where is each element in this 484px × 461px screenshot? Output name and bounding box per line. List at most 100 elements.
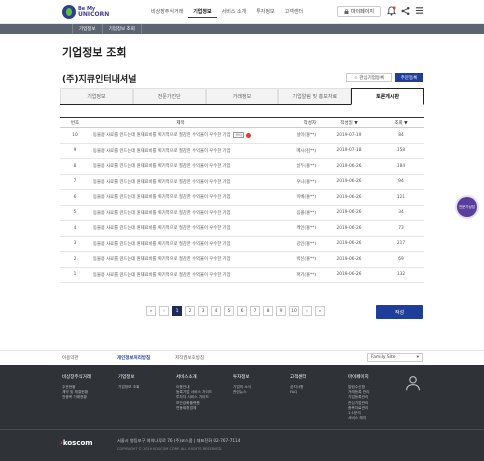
table-row[interactable]: 1 동물용 사료를 만드는데 원재료비를 획기적으로 절감한 수익율이 우수한 기… <box>60 268 424 283</box>
share-icon[interactable] <box>401 6 410 19</box>
row-no: 1 <box>60 268 90 283</box>
row-title[interactable]: 동물용 사료를 만드는데 원재료비를 획기적으로 절감한 수익율이 우수한 기업 <box>90 237 268 252</box>
company-tabs: 기업정보 전문가진단 거래정보 기업알림 및 홍보자료 토론게시판 <box>60 88 424 105</box>
copyright-policy-link[interactable]: 저작권보호방침 <box>175 355 204 361</box>
terms-link[interactable]: 이용약관 <box>62 355 79 361</box>
footer-column-title[interactable]: 마이페이지 <box>348 374 370 380</box>
row-writer-text: 음콜(홍**) <box>296 210 316 216</box>
table-row[interactable]: 7 동물용 사료를 만드는데 원재료비를 획기적으로 절감한 수익율이 우수한 기… <box>60 175 424 190</box>
row-views-text: 132 <box>396 272 406 278</box>
main-nav: 비상장주식거래 기업정보 서비스 소개 투자정보 고객센터 <box>146 8 308 18</box>
footer-column-title[interactable]: 서비스소개 <box>176 374 212 380</box>
page-5[interactable]: 5 <box>224 306 234 316</box>
nav-item-invest[interactable]: 투자정보 <box>251 8 279 18</box>
page-3[interactable]: 3 <box>198 306 208 316</box>
page-7[interactable]: 7 <box>250 306 260 316</box>
menu-icon[interactable] <box>415 6 424 18</box>
row-views: 94 <box>378 175 424 190</box>
footer-link[interactable]: 관련뉴스 <box>233 390 251 395</box>
row-no: 7 <box>60 175 90 190</box>
footer-column-title[interactable]: 기업정보 <box>118 374 140 380</box>
tab-company-info[interactable]: 기업정보 <box>60 88 133 104</box>
row-title[interactable]: 동물용 사료를 만드는데 원재료비를 획기적으로 절감한 수익율이 우수한 기업 <box>90 190 268 205</box>
prev-page-button[interactable]: ‹ <box>159 306 169 316</box>
table-row[interactable]: 2 동물용 사료를 만드는데 원재료비를 획기적으로 절감한 수익율이 우수한 기… <box>60 252 424 268</box>
row-writer-text: 이베(홍**) <box>296 195 316 201</box>
row-date: 2019-07-19 <box>320 128 378 143</box>
new-badge-icon <box>246 132 252 138</box>
row-title[interactable]: 동물용 사료를 만드는데 원재료비를 획기적으로 절감한 수익율이 우수한 기업 <box>90 144 268 159</box>
footer-link[interactable]: 연동제휴업체 <box>176 406 212 411</box>
tab-expert[interactable]: 전문가진단 <box>132 88 206 104</box>
last-page-button[interactable]: » <box>315 306 325 316</box>
row-views: 158 <box>378 144 424 159</box>
row-no: 9 <box>60 144 90 159</box>
next-page-button[interactable]: › <box>302 306 312 316</box>
table-row[interactable]: 9 동물용 사료를 만드는데 원재료비를 획기적으로 절감한 수익율이 우수한 기… <box>60 144 424 159</box>
row-date: 2019-06-26 <box>320 190 378 205</box>
privacy-link[interactable]: 개인정보처리방침 <box>117 355 150 361</box>
table-row[interactable]: 3 동물용 사료를 만드는데 원재료비를 획기적으로 절감한 수익율이 우수한 기… <box>60 237 424 252</box>
row-title[interactable]: 동물용 사료를 만드는데 원재료비를 획기적으로 절감한 수익율이 우수한 기업 <box>90 175 268 190</box>
breadcrumb-item-current[interactable]: 기업정보 조회 <box>103 24 142 34</box>
order-register-button[interactable]: 주문등록 <box>395 73 423 82</box>
table-row[interactable]: 8 동물용 사료를 만드는데 원재료비를 획기적으로 절감한 수익율이 우수한 기… <box>60 159 424 175</box>
page-6[interactable]: 6 <box>237 306 247 316</box>
footer-link[interactable]: 서비스 해지 <box>348 416 370 421</box>
row-title[interactable]: 동물용 사료를 만드는데 원재료비를 획기적으로 절감한 수익율이 우수한 기업… <box>90 128 268 143</box>
footer-link[interactable]: 투자자 서비스 가이드 <box>176 395 212 400</box>
bell-icon[interactable] <box>387 6 396 19</box>
page-9[interactable]: 9 <box>276 306 286 316</box>
page-8[interactable]: 8 <box>263 306 273 316</box>
first-page-button[interactable]: « <box>146 306 156 316</box>
row-date: 2019-06-26 <box>320 252 378 267</box>
row-date: 2019-06-26 <box>320 159 378 174</box>
row-title[interactable]: 동물용 사료를 만드는데 원재료비를 획기적으로 절감한 수익율이 우수한 기업 <box>90 159 268 174</box>
table-row[interactable]: 4 동물용 사료를 만드는데 원재료비를 획기적으로 절감한 수익율이 우수한 기… <box>60 221 424 237</box>
family-site-select[interactable]: Family Site ▾ <box>367 353 423 362</box>
footer-link[interactable]: 기업정보 조회 <box>118 385 140 390</box>
tab-discussion[interactable]: 토론게시판 <box>351 88 424 105</box>
row-date-text: 2019-06-26 <box>336 179 362 185</box>
col-views-sort[interactable]: 조회 ▼ <box>378 118 424 127</box>
col-writer: 작성자 <box>303 120 316 126</box>
row-date-text: 2019-07-19 <box>336 132 362 138</box>
home-icon[interactable] <box>60 24 73 34</box>
tab-trade-info[interactable]: 거래정보 <box>205 88 279 104</box>
nav-item-support[interactable]: 고객센터 <box>280 8 308 18</box>
mypage-button[interactable]: 마이페이지 <box>337 6 381 17</box>
page-1[interactable]: 1 <box>172 306 182 316</box>
footer-link[interactable]: FAQ <box>290 390 307 395</box>
footer-column-title[interactable]: 투자정보 <box>233 374 251 380</box>
nav-item-trade[interactable]: 비상장주식거래 <box>146 8 188 18</box>
breadcrumb-item[interactable]: 기업정보 <box>73 24 103 34</box>
logo[interactable]: Be My UNICORN <box>62 4 109 20</box>
add-watchlist-button[interactable]: ☆ 관심기업등록 <box>346 73 392 82</box>
table-row[interactable]: 6 동물용 사료를 만드는데 원재료비를 획기적으로 절감한 수익율이 우수한 기… <box>60 190 424 206</box>
row-title[interactable]: 동물용 사료를 만드는데 원재료비를 획기적으로 절감한 수익율이 우수한 기업 <box>90 252 268 267</box>
col-date-sort[interactable]: 작성일 ▼ <box>320 118 378 127</box>
user-icon[interactable] <box>405 375 421 391</box>
footer-column-title[interactable]: 고객센터 <box>290 374 307 380</box>
row-date: 2019-06-26 <box>320 237 378 252</box>
page-2[interactable]: 2 <box>185 306 195 316</box>
table-row[interactable]: 5 동물용 사료를 만드는데 원재료비를 획기적으로 절감한 수익율이 우수한 기… <box>60 206 424 221</box>
table-row[interactable]: 10 동물용 사료를 만드는데 원재료비를 획기적으로 절감한 수익율이 우수한 … <box>60 128 424 144</box>
footer-column-title[interactable]: 비상장주식거래 <box>62 374 91 380</box>
row-views-text: 69 <box>398 256 404 262</box>
page-4[interactable]: 4 <box>211 306 221 316</box>
expert-consult-button[interactable]: 전문가상담 <box>457 197 477 217</box>
nav-item-company[interactable]: 기업정보 <box>188 8 217 18</box>
row-title[interactable]: 동물용 사료를 만드는데 원재료비를 획기적으로 절감한 수익율이 우수한 기업 <box>90 268 268 283</box>
tab-notice-pr[interactable]: 기업알림 및 홍보자료 <box>278 88 352 104</box>
write-button[interactable]: 작성 <box>376 305 423 319</box>
footer-link[interactable]: 기업등록관리 <box>348 395 370 400</box>
row-title-text: 동물용 사료를 만드는데 원재료비를 획기적으로 절감한 수익율이 우수한 기업 <box>93 257 231 263</box>
row-title-text: 동물용 사료를 만드는데 원재료비를 획기적으로 절감한 수익율이 우수한 기업 <box>93 133 231 139</box>
row-title[interactable]: 동물용 사료를 만드는데 원재료비를 획기적으로 절감한 수익율이 우수한 기업 <box>90 221 268 236</box>
row-title[interactable]: 동물용 사료를 만드는데 원재료비를 획기적으로 절감한 수익율이 우수한 기업 <box>90 206 268 221</box>
nav-item-service[interactable]: 서비스 소개 <box>217 8 252 18</box>
row-no: 3 <box>60 237 90 252</box>
page-10[interactable]: 10 <box>289 306 299 316</box>
footer-link[interactable]: 전종목 거래현황 <box>62 395 91 400</box>
